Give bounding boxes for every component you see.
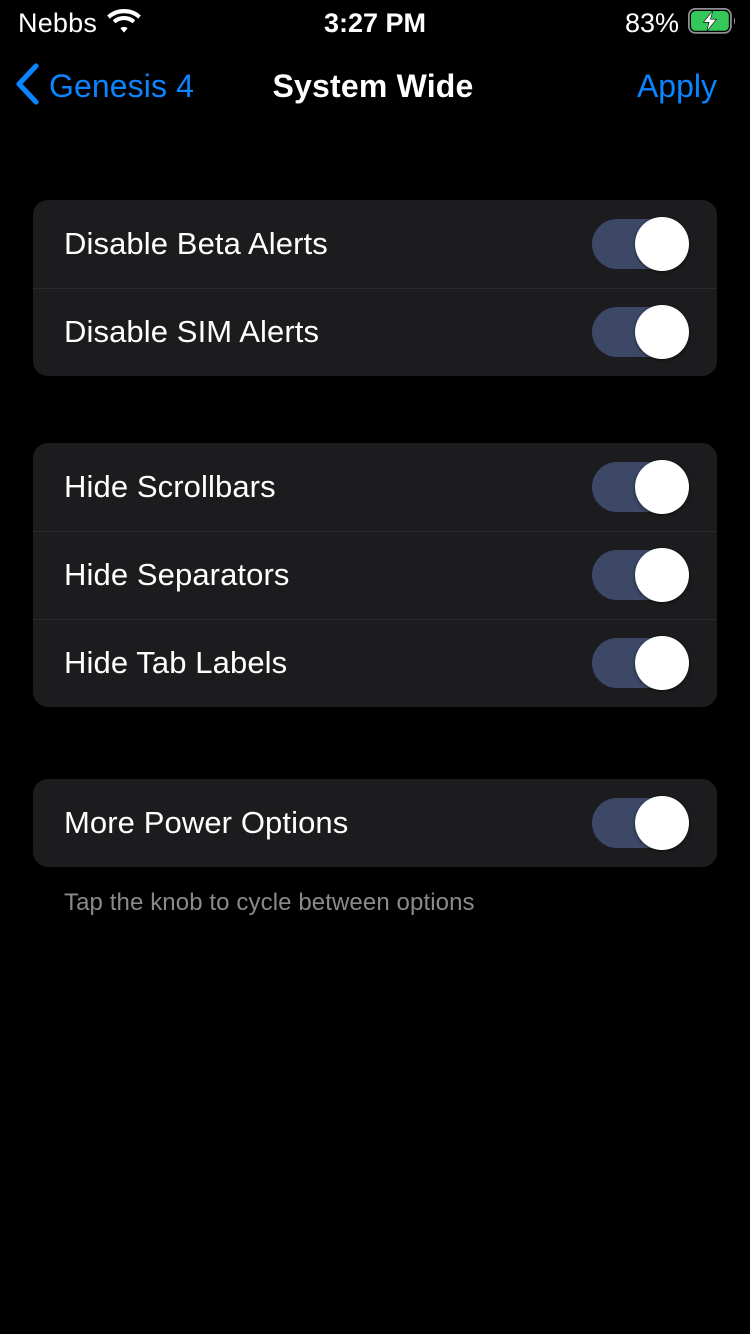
row-label: Hide Separators bbox=[64, 557, 290, 592]
toggle-knob[interactable] bbox=[635, 217, 689, 271]
toggle-disable-sim-alerts[interactable] bbox=[592, 305, 689, 359]
row-hide-separators[interactable]: Hide Separators bbox=[33, 531, 717, 619]
settings-card: More Power Options bbox=[33, 779, 717, 867]
apply-button[interactable]: Apply bbox=[637, 58, 717, 114]
row-hide-scrollbars[interactable]: Hide Scrollbars bbox=[33, 443, 717, 531]
row-label: Hide Tab Labels bbox=[64, 645, 288, 680]
row-label: Disable Beta Alerts bbox=[64, 226, 328, 261]
toggle-more-power-options[interactable] bbox=[592, 796, 689, 850]
settings-group-alerts: Disable Beta Alerts Disable SIM Alerts bbox=[33, 200, 717, 376]
toggle-hide-scrollbars[interactable] bbox=[592, 460, 689, 514]
settings-list: Disable Beta Alerts Disable SIM Alerts H… bbox=[0, 114, 750, 1334]
row-disable-beta-alerts[interactable]: Disable Beta Alerts bbox=[33, 200, 717, 288]
toggle-knob[interactable] bbox=[635, 796, 689, 850]
settings-group-interface: Hide Scrollbars Hide Separators Hide Tab… bbox=[33, 443, 717, 707]
status-bar: Nebbs 3:27 PM 83% bbox=[0, 0, 750, 46]
battery-percent-label: 83% bbox=[624, 7, 679, 38]
group-footer-text: Tap the knob to cycle between options bbox=[64, 889, 475, 916]
navigation-bar: Genesis 4 System Wide Apply bbox=[0, 58, 750, 114]
row-label: Disable SIM Alerts bbox=[64, 314, 320, 349]
toggle-knob[interactable] bbox=[635, 636, 689, 690]
toggle-knob[interactable] bbox=[635, 305, 689, 359]
battery-charging-icon bbox=[687, 7, 736, 39]
row-more-power-options[interactable]: More Power Options bbox=[33, 779, 717, 867]
row-label: More Power Options bbox=[64, 805, 349, 840]
settings-card: Hide Scrollbars Hide Separators Hide Tab… bbox=[33, 443, 717, 707]
toggle-hide-tab-labels[interactable] bbox=[592, 636, 689, 690]
settings-group-power: More Power Options Tap the knob to cycle… bbox=[33, 779, 717, 917]
page-title: System Wide bbox=[272, 68, 474, 104]
row-label: Hide Scrollbars bbox=[64, 469, 276, 504]
phone-screen: Nebbs 3:27 PM 83% Genesis 4 System Wide … bbox=[0, 0, 750, 1334]
row-disable-sim-alerts[interactable]: Disable SIM Alerts bbox=[33, 288, 717, 376]
toggle-knob[interactable] bbox=[635, 460, 689, 514]
settings-card: Disable Beta Alerts Disable SIM Alerts bbox=[33, 200, 717, 376]
row-hide-tab-labels[interactable]: Hide Tab Labels bbox=[33, 619, 717, 707]
toggle-hide-separators[interactable] bbox=[592, 548, 689, 602]
toggle-knob[interactable] bbox=[635, 548, 689, 602]
status-bar-right: 83% bbox=[624, 7, 736, 39]
toggle-disable-beta-alerts[interactable] bbox=[592, 217, 689, 271]
